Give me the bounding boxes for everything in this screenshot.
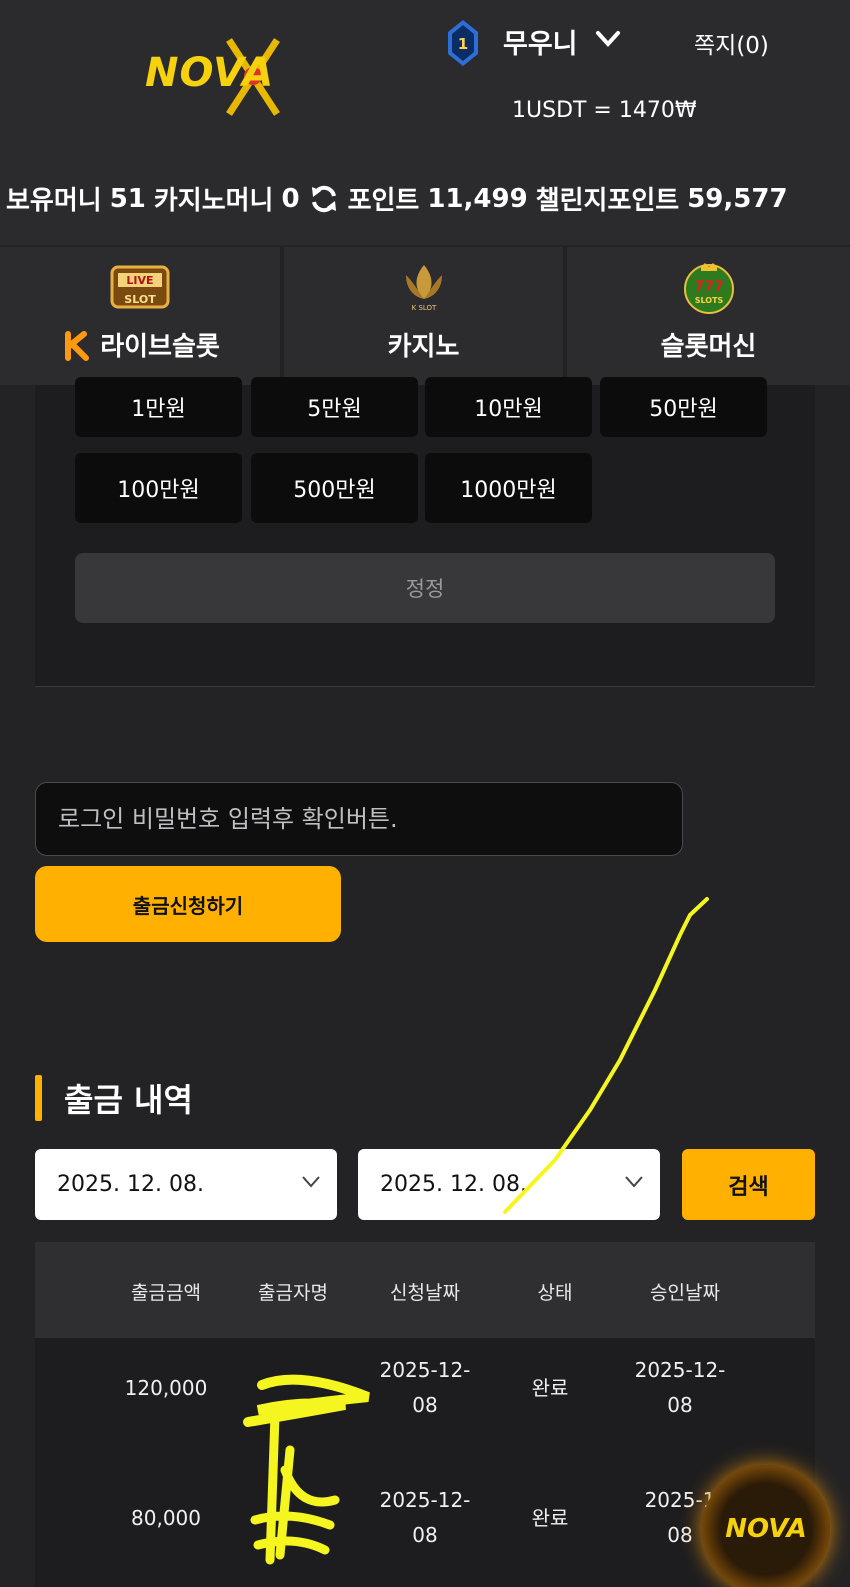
column-header-status: 상태: [537, 1282, 573, 1304]
slots-777-icon: 777 SLOTS: [683, 263, 734, 314]
amount-button-500k[interactable]: 50만원: [600, 377, 767, 437]
password-input[interactable]: [35, 782, 683, 856]
tab-slot-machine-label: 슬롯머신: [660, 332, 757, 362]
k-slot-icon: K SLOT: [405, 265, 442, 312]
floating-logo-text: NOVA: [725, 1514, 807, 1544]
amount-button-1m[interactable]: 100만원: [75, 453, 242, 523]
date-to-select[interactable]: 2025. 12. 08.: [358, 1149, 660, 1220]
column-header-name: 출금자명: [258, 1282, 328, 1304]
floating-nova-logo[interactable]: NOVA: [702, 1465, 830, 1587]
username[interactable]: 무우니: [503, 22, 578, 61]
balance-bar: 보유머니 51 카지노머니 0 포인트 11,499 챌린지포인트 59,577: [6, 180, 788, 217]
exchange-rate: 1USDT = 1470₩: [512, 98, 697, 123]
amount-button-10k[interactable]: 1만원: [75, 377, 242, 437]
withdraw-request-button[interactable]: 출금신청하기: [35, 866, 341, 942]
request-date-line1: 2025-12-: [379, 1488, 471, 1512]
tab-live-slot-label: 라이브슬롯: [100, 332, 220, 362]
history-table-body: 120,000 2025-12- 08 완료 2025-12- 08 80,00…: [35, 1338, 815, 1587]
column-header-approval-date: 승인날짜: [650, 1282, 720, 1304]
amount-button-5m[interactable]: 500만원: [251, 453, 418, 523]
row-amount: 80,000: [131, 1506, 201, 1530]
amount-button-100k[interactable]: 10만원: [425, 377, 592, 437]
search-button[interactable]: 검색: [682, 1149, 815, 1220]
nova-logo[interactable]: NOVA: [145, 30, 320, 125]
chevron-down-icon: [302, 1176, 320, 1188]
svg-text:SLOT: SLOT: [124, 293, 156, 306]
title-accent-bar: [35, 1075, 42, 1121]
chevron-down-icon[interactable]: [595, 30, 621, 48]
casino-money-value: 0: [281, 183, 300, 214]
amount-panel: 1만원 5만원 10만원 50만원 100만원 500만원 1000만원 정정: [35, 377, 815, 687]
money-value: 51: [109, 183, 146, 214]
refresh-icon[interactable]: [308, 183, 340, 215]
approval-date-line1: 2025-12-: [634, 1358, 726, 1382]
row-status: 완료: [531, 1376, 569, 1400]
request-date-line2: 08: [412, 1523, 438, 1547]
row-approval-date: 2025-12- 08: [635, 1353, 726, 1423]
history-title: 출금 내역: [64, 1081, 193, 1119]
challenge-point-value: 59,577: [687, 183, 788, 214]
point-label: 포인트: [347, 186, 420, 216]
svg-text:SLOTS: SLOTS: [694, 296, 723, 305]
category-tabs: LIVE SLOT 라이브슬롯 K SLOT 카지노 777 SLOTS 슬롯머…: [0, 247, 850, 385]
svg-text:LIVE: LIVE: [126, 274, 153, 287]
tab-live-slot[interactable]: LIVE SLOT 라이브슬롯: [0, 247, 280, 385]
reset-button[interactable]: 정정: [75, 553, 775, 623]
header: NOVA 1 무우니 쪽지(0) 1USDT = 1470₩ 보유머니 51 카…: [0, 0, 850, 245]
logo-text: NOVA: [145, 50, 275, 96]
request-date-line1: 2025-12-: [379, 1358, 471, 1382]
level-number: 1: [458, 35, 468, 53]
amount-button-10m[interactable]: 1000만원: [425, 453, 592, 523]
svg-text:K SLOT: K SLOT: [411, 304, 436, 312]
tab-casino-label: 카지노: [387, 332, 460, 362]
column-header-amount: 출금금액: [131, 1282, 201, 1304]
money-label: 보유머니: [6, 186, 102, 216]
date-from-select[interactable]: 2025. 12. 08.: [35, 1149, 337, 1220]
k-brand-icon: [65, 330, 90, 361]
approval-date-line2: 08: [667, 1393, 693, 1417]
date-to-value: 2025. 12. 08.: [380, 1172, 527, 1197]
chevron-down-icon: [625, 1176, 643, 1188]
row-request-date: 2025-12- 08: [380, 1353, 471, 1423]
challenge-point-label: 챌린지포인트: [535, 186, 680, 216]
messages-link[interactable]: 쪽지(0): [694, 26, 769, 60]
row-amount: 120,000: [124, 1376, 208, 1400]
column-header-request-date: 신청날짜: [390, 1282, 460, 1304]
point-value: 11,499: [427, 183, 528, 214]
row-request-date: 2025-12- 08: [380, 1483, 471, 1553]
casino-money-label: 카지노머니: [153, 186, 274, 216]
tab-casino[interactable]: K SLOT 카지노: [284, 247, 563, 385]
history-table-header: 출금금액 출금자명 신청날짜 상태 승인날짜: [35, 1242, 815, 1338]
row-status: 완료: [531, 1506, 569, 1530]
request-date-line2: 08: [412, 1393, 438, 1417]
history-section-title: 출금 내역: [35, 1075, 193, 1121]
amount-button-50k[interactable]: 5만원: [251, 377, 418, 437]
live-slot-icon: LIVE SLOT: [110, 265, 170, 309]
tab-slot-machine[interactable]: 777 SLOTS 슬롯머신: [567, 247, 850, 385]
level-badge-icon: 1: [448, 20, 478, 66]
svg-text:777: 777: [694, 279, 723, 295]
date-from-value: 2025. 12. 08.: [57, 1172, 204, 1197]
